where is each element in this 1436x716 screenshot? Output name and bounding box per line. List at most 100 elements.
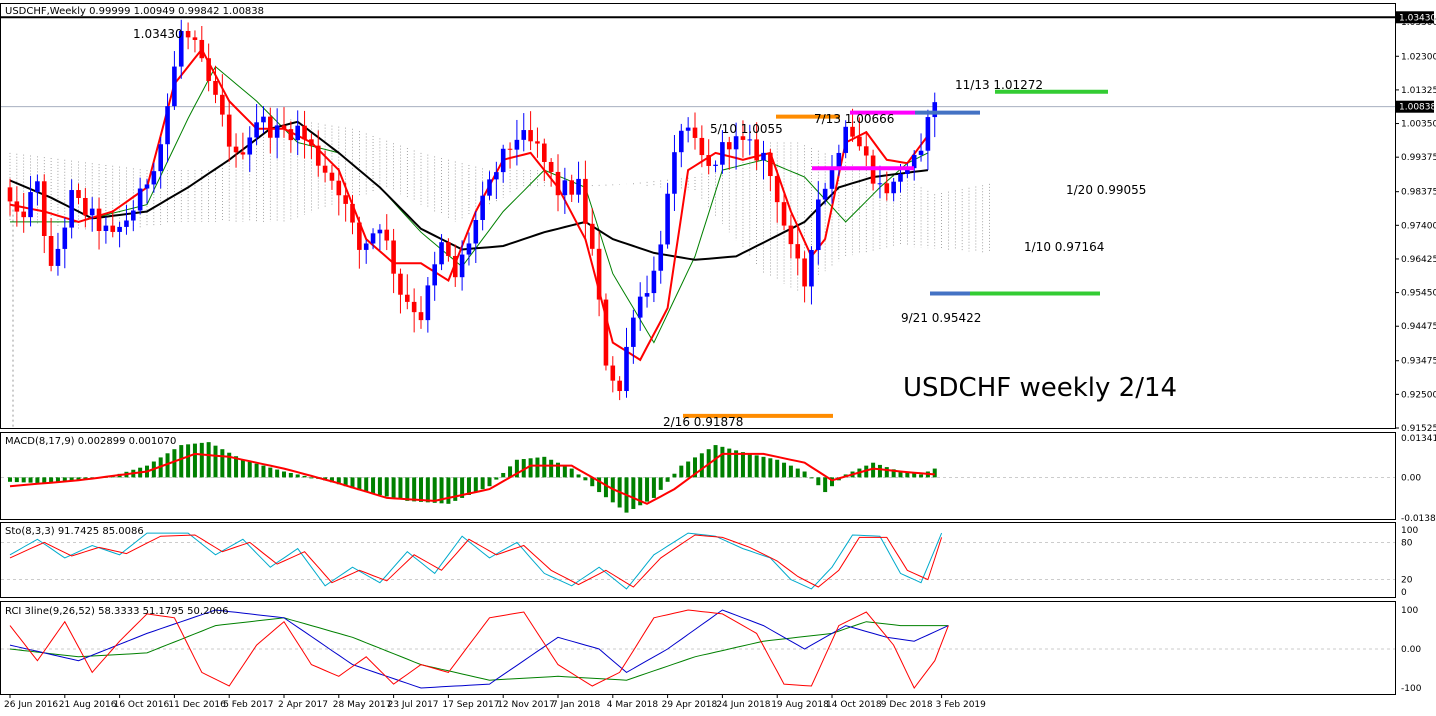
candle-body — [247, 137, 253, 155]
candle-body — [268, 116, 273, 138]
macd-histogram-bar — [268, 467, 273, 478]
candle-body — [302, 125, 307, 140]
candle-body — [151, 171, 157, 185]
price-annotation: 5/10 1.0055 — [710, 122, 783, 136]
rci-tick-label: -100 — [1401, 684, 1422, 694]
candle-body — [21, 211, 26, 218]
candle-body — [740, 136, 746, 140]
chart-watermark: USDCHF weekly 2/14 — [903, 373, 1177, 403]
macd-histogram-bar — [562, 465, 567, 478]
candle-body — [583, 178, 588, 224]
macd-tick-label: 0.00 — [1401, 473, 1421, 483]
candle-body — [261, 116, 266, 123]
macd-histogram-bar — [672, 473, 677, 478]
candle-body — [48, 236, 54, 266]
candle-body — [206, 58, 211, 81]
candle-body — [548, 161, 554, 172]
candle-body — [117, 226, 122, 232]
candle-body — [788, 225, 794, 245]
date-label: 23 Jul 2017 — [388, 700, 439, 710]
macd-histogram-bar — [179, 445, 184, 478]
candle-body — [500, 148, 506, 173]
candle-body — [809, 250, 814, 287]
candle-body — [884, 183, 890, 194]
macd-histogram-bar — [192, 443, 197, 478]
candle-body — [336, 180, 342, 196]
candle-body — [357, 222, 362, 250]
candle-body — [405, 294, 410, 302]
price-annotation: 2/16 0.91878 — [663, 415, 743, 429]
candle-body — [89, 208, 95, 216]
macd-histogram-bar — [282, 471, 286, 478]
date-label: 5 Feb 2017 — [223, 700, 273, 710]
macd-histogram-bar — [247, 461, 252, 478]
candle-body — [76, 190, 81, 198]
macd-histogram-bar — [425, 477, 430, 503]
price-tick-label: 0.91525 — [1401, 424, 1436, 434]
date-label: 26 Jun 2016 — [4, 700, 58, 710]
macd-histogram-bar — [775, 459, 780, 478]
macd-histogram-bar — [309, 477, 314, 479]
candle-body — [487, 179, 492, 196]
macd-histogram-bar — [480, 477, 485, 490]
candle-body — [233, 146, 239, 153]
candle-body — [768, 152, 773, 177]
candle-body — [480, 195, 485, 220]
macd-histogram-bar — [912, 473, 917, 478]
candle-body — [658, 244, 664, 271]
candle-body — [69, 190, 74, 228]
macd-histogram-bar — [364, 477, 369, 493]
candle-body — [507, 148, 513, 150]
macd-histogram-bar — [788, 465, 793, 478]
candle-body — [535, 141, 540, 144]
macd-histogram-bar — [432, 477, 437, 503]
price-tick-label: 1.01325 — [1401, 86, 1436, 96]
candle-body — [576, 178, 581, 195]
macd-histogram-bar — [549, 459, 554, 478]
macd-histogram-bar — [645, 477, 650, 502]
macd-histogram-bar — [761, 456, 766, 478]
candle-body — [726, 142, 732, 150]
macd-histogram-bar — [288, 472, 293, 478]
macd-histogram-bar — [884, 467, 889, 478]
date-label: 12 Nov 2017 — [497, 700, 555, 710]
candle-body — [631, 317, 636, 347]
candle-body — [254, 122, 259, 138]
macd-histogram-bar — [932, 468, 937, 478]
macd-histogram-bar — [405, 477, 410, 501]
macd-histogram-bar — [576, 474, 581, 478]
candle-body — [62, 227, 68, 249]
price-annotation: 11/13 1.01272 — [955, 78, 1043, 92]
date-label: 16 Oct 2016 — [114, 700, 170, 710]
macd-histogram-bar — [275, 469, 280, 478]
candle-body — [918, 150, 924, 155]
candle-body — [679, 130, 684, 153]
candle-body — [322, 165, 328, 173]
macd-histogram-bar — [419, 477, 423, 502]
price-annotation: 1/10 0.97164 — [1024, 240, 1104, 254]
rci-tick-label: 0.00 — [1401, 645, 1421, 655]
macd-histogram-bar — [720, 446, 725, 478]
candle-body — [446, 242, 451, 256]
candle-body — [185, 30, 191, 38]
candle-body — [555, 171, 561, 196]
candle-body — [124, 220, 129, 227]
macd-tick-label: 0.013413 — [1401, 434, 1436, 444]
candle-body — [165, 106, 170, 145]
price-tick-label: 0.99375 — [1401, 153, 1436, 163]
candle-body — [158, 144, 163, 172]
candle-body — [706, 155, 711, 166]
date-label: 9 Dec 2018 — [881, 700, 933, 710]
candle-body — [199, 39, 205, 59]
date-label: 28 May 2017 — [333, 700, 392, 710]
date-label: 3 Feb 2019 — [936, 700, 987, 710]
candle-body — [452, 255, 458, 278]
candle-body — [822, 188, 828, 200]
macd-histogram-bar — [501, 472, 506, 478]
macd-histogram-bar — [658, 477, 663, 490]
candle-body — [774, 176, 780, 203]
candle-body — [432, 264, 437, 286]
candle-body — [220, 94, 225, 115]
usdchf-chart[interactable]: 1.033001.023001.013251.003500.993750.983… — [0, 0, 1436, 716]
candle-body — [384, 229, 390, 241]
